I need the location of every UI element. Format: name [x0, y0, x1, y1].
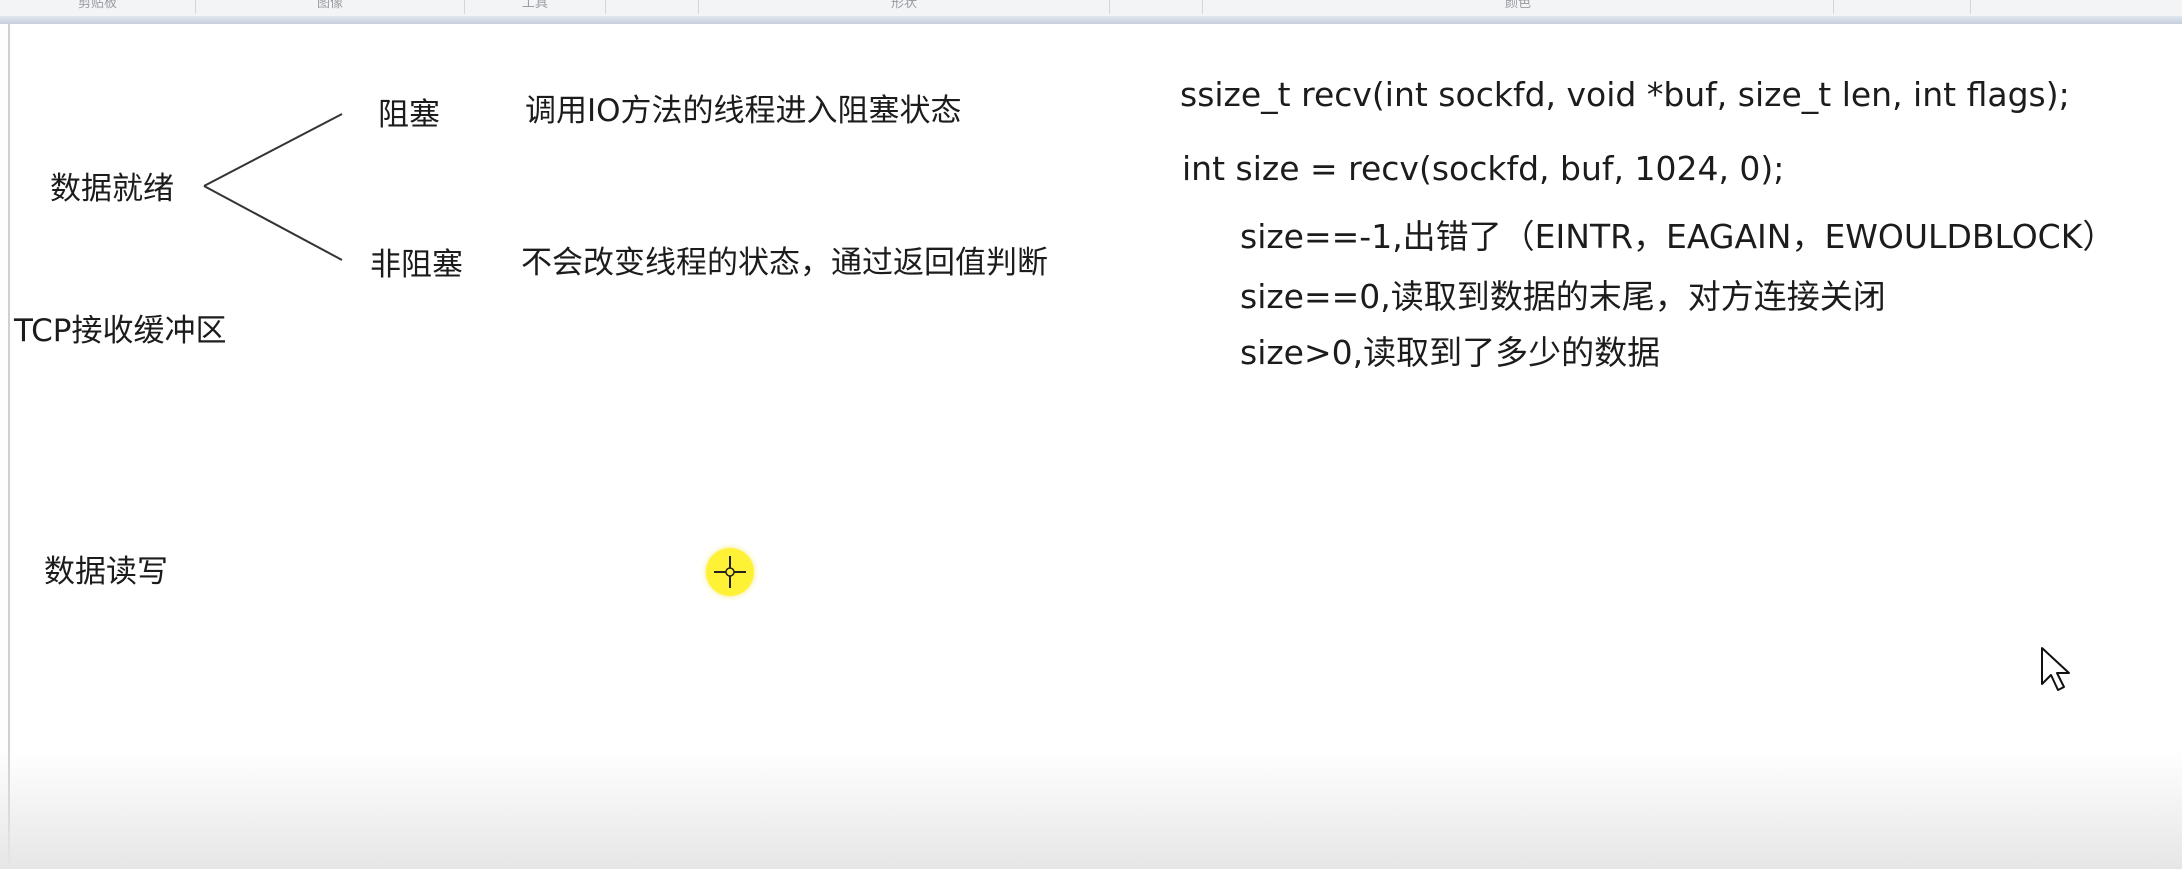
branch-line-bottom: [203, 185, 343, 261]
ribbon-group-label: 颜色: [1504, 0, 1531, 11]
case-data: size>0,读取到了多少的数据: [1240, 333, 1661, 372]
case-error: size==-1,出错了（EINTR，EAGAIN，EWOULDBLOCK）: [1240, 217, 2116, 256]
arrow-cursor-icon: [2041, 647, 2070, 691]
crosshair-highlight-icon: [706, 548, 754, 596]
ribbon-group-label: 图像: [316, 0, 343, 11]
ribbon-group-tools[interactable]: 工具: [465, 0, 606, 14]
branch-line-top: [203, 113, 343, 187]
ribbon-group-clipboard[interactable]: 剪贴板: [0, 0, 196, 14]
ribbon-group-blank-3[interactable]: [1834, 0, 1971, 14]
ribbon-group-image[interactable]: 图像: [196, 0, 465, 14]
case-eof: size==0,读取到数据的末尾，对方连接关闭: [1240, 277, 1886, 316]
ribbon-group-label: 工具: [521, 0, 548, 11]
recv-signature: ssize_t recv(int sockfd, void *buf, size…: [1180, 75, 2070, 114]
branch-bottom-desc: 不会改变线程的状态，通过返回值判断: [521, 245, 1048, 281]
ribbon-group-label: 形状: [890, 0, 917, 11]
ribbon-group-blank-1[interactable]: [606, 0, 699, 14]
branch-top-desc: 调用IO方法的线程进入阻塞状态: [525, 93, 962, 129]
ribbon-group-blank-2[interactable]: [1110, 0, 1203, 14]
root-label: 数据就绪: [50, 171, 174, 207]
ribbon-group-label: 剪贴板: [77, 0, 117, 11]
branch-bottom-label: 非阻塞: [370, 247, 463, 283]
buffer-label: TCP接收缓冲区: [14, 313, 227, 349]
branch-top-label: 阻塞: [378, 97, 440, 133]
ribbon-group-colors[interactable]: 颜色: [1203, 0, 1834, 14]
recv-call: int size = recv(sockfd, buf, 1024, 0);: [1182, 149, 1785, 188]
read-write-label: 数据读写: [44, 554, 168, 590]
ribbon-bottom-edge: [0, 16, 2182, 24]
branch-lines: [203, 113, 343, 261]
ribbon-group-shapes[interactable]: 形状: [699, 0, 1110, 14]
